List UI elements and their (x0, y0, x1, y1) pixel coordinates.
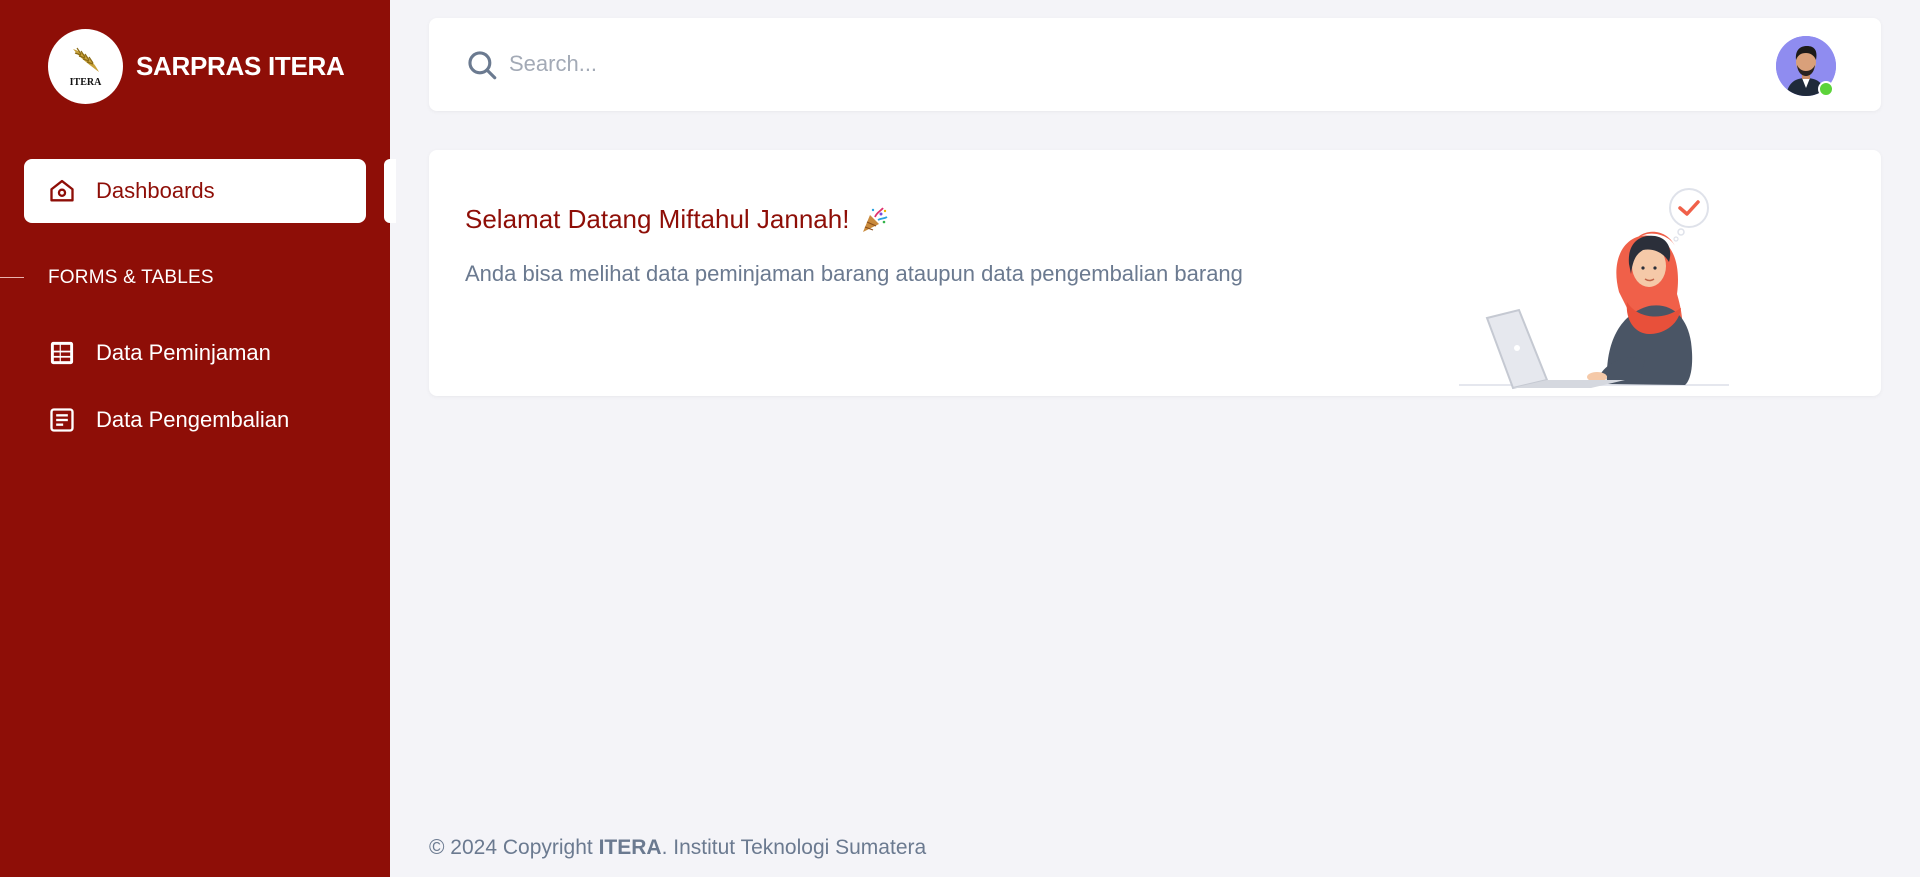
woman-laptop-illustration (1459, 188, 1729, 390)
itera-logo: ITERA (48, 29, 123, 104)
sidebar-item-data-pengembalian[interactable]: Data Pengembalian (48, 406, 289, 434)
section-divider (0, 277, 24, 278)
brand[interactable]: ITERA SARPRAS ITERA (48, 29, 345, 104)
sidebar: ITERA SARPRAS ITERA Dashboards (0, 0, 390, 877)
welcome-description: Anda bisa melihat data peminjaman barang… (465, 261, 1243, 286)
app-title: SARPRAS ITERA (136, 51, 345, 81)
top-bar (429, 18, 1881, 111)
sidebar-collapse-handle[interactable] (384, 159, 396, 223)
table-grid-icon (50, 341, 74, 365)
sidebar-item-label: Data Pengembalian (96, 407, 290, 432)
search-icon[interactable] (465, 48, 499, 82)
logo-text: ITERA (69, 76, 102, 88)
welcome-card: Selamat Datang Miftahul Jannah! Anda bis… (429, 150, 1881, 396)
footer-copyright: © 2024 Copyright (429, 836, 599, 859)
leaf-emblem-icon (72, 47, 99, 72)
section-title: FORMS & TABLES (48, 267, 214, 288)
welcome-heading: Selamat Datang Miftahul Jannah! (465, 204, 889, 235)
footer-org-link[interactable]: ITERA (599, 836, 662, 859)
footer: © 2024 Copyright ITERA. Institut Teknolo… (429, 836, 926, 860)
welcome-title: Selamat Datang Miftahul Jannah! (465, 204, 850, 234)
sidebar-item-label: Data Peminjaman (96, 340, 271, 365)
search-input[interactable] (509, 42, 1409, 86)
sidebar-item-data-peminjaman[interactable]: Data Peminjaman (48, 339, 271, 367)
party-popper-icon (863, 206, 888, 232)
footer-institution: . Institut Teknologi Sumatera (661, 836, 927, 859)
online-status-badge (1818, 81, 1834, 97)
sidebar-item-label: Dashboards (96, 178, 215, 203)
document-list-icon (50, 408, 74, 432)
home-icon (50, 179, 74, 202)
sidebar-item-dashboards[interactable]: Dashboards (24, 159, 366, 223)
